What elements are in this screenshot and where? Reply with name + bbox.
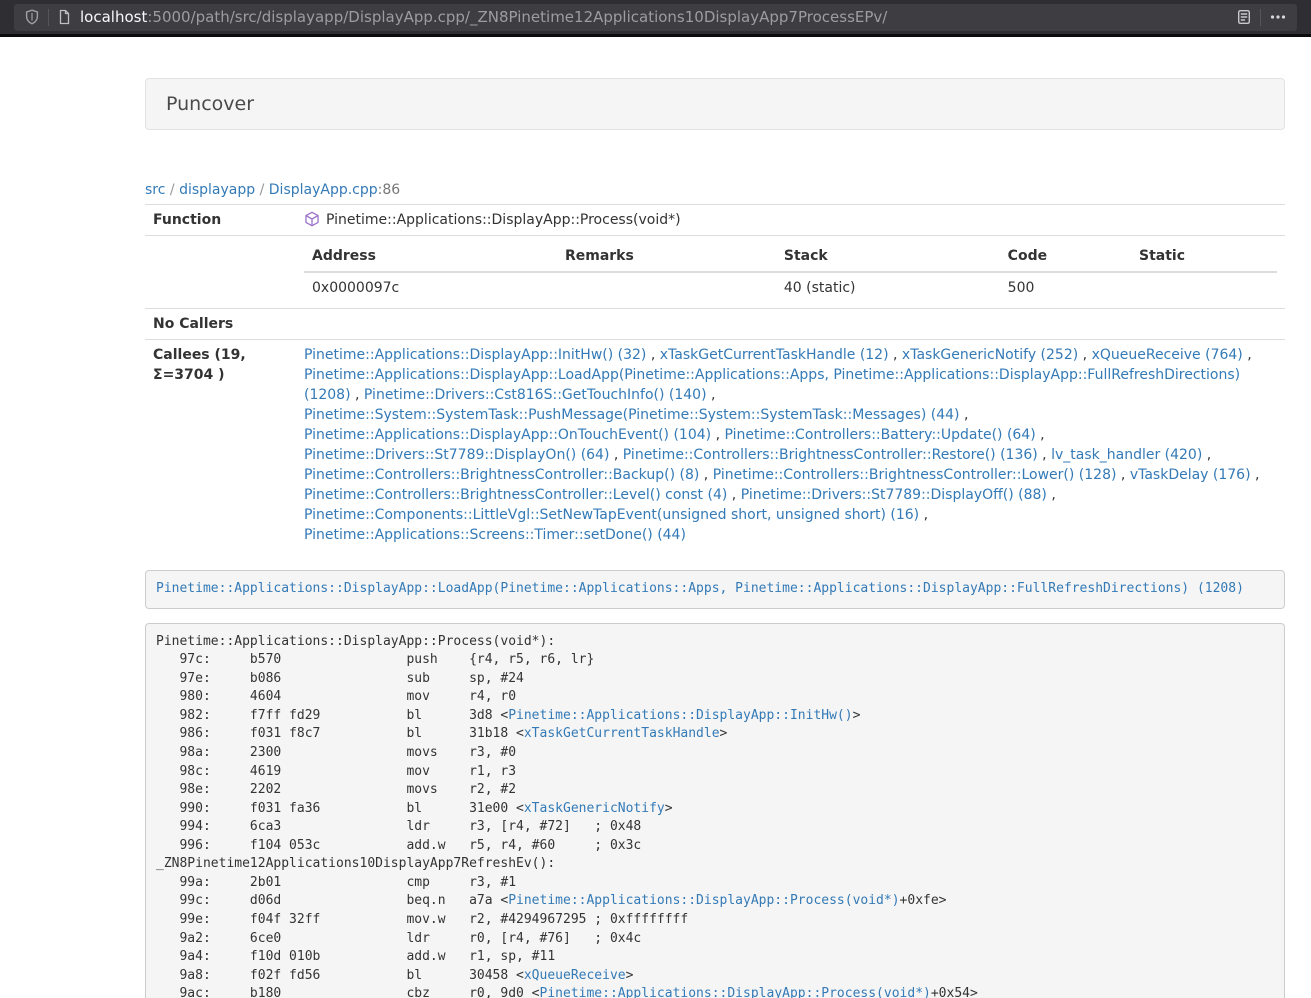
page-icon[interactable] bbox=[57, 9, 72, 25]
callee-link[interactable]: Pinetime::Controllers::BrightnessControl… bbox=[713, 467, 1117, 483]
cell-stack: 40 (static) bbox=[776, 272, 1000, 303]
col-stack: Stack bbox=[776, 241, 1000, 272]
function-label: Function bbox=[145, 205, 296, 236]
url-bar[interactable]: localhost:5000/path/src/displayapp/Displ… bbox=[14, 4, 1297, 31]
callee-separator: , bbox=[699, 467, 712, 483]
asm-symbol-link[interactable]: Pinetime::Applications::DisplayApp::Proc… bbox=[508, 893, 899, 908]
callee-separator: , bbox=[646, 347, 659, 363]
callee-link[interactable]: lv_task_handler (420) bbox=[1051, 447, 1202, 463]
callee-separator: , bbox=[1243, 347, 1252, 363]
callee-separator: , bbox=[1078, 347, 1091, 363]
table-row: No Callers bbox=[145, 309, 1285, 340]
url-host: localhost bbox=[80, 8, 147, 26]
cell-static bbox=[1131, 272, 1277, 303]
callee-link[interactable]: Pinetime::Drivers::Cst816S::GetTouchInfo… bbox=[364, 387, 707, 403]
no-callers-label: No Callers bbox=[145, 309, 296, 340]
table-header-row: Address Remarks Stack Code Static bbox=[304, 241, 1277, 272]
function-stats-table: Address Remarks Stack Code Static 0x0000… bbox=[304, 241, 1277, 303]
breadcrumb: src / displayapp / DisplayApp.cpp:86 bbox=[145, 182, 1285, 198]
callee-link[interactable]: Pinetime::Controllers::BrightnessControl… bbox=[304, 487, 727, 503]
table-row: 0x0000097c 40 (static) 500 bbox=[304, 272, 1277, 303]
asm-symbol-link[interactable]: xTaskGetCurrentTaskHandle bbox=[524, 726, 720, 741]
callee-link[interactable]: xTaskGetCurrentTaskHandle (12) bbox=[660, 347, 889, 363]
callee-separator: , bbox=[609, 447, 622, 463]
callee-separator: , bbox=[960, 407, 969, 423]
callee-separator: , bbox=[1202, 447, 1211, 463]
breadcrumb-separator: / bbox=[255, 182, 269, 198]
callee-link[interactable]: Pinetime::Controllers::BrightnessControl… bbox=[623, 447, 1038, 463]
callee-separator: , bbox=[1038, 447, 1051, 463]
col-static: Static bbox=[1131, 241, 1277, 272]
callee-link[interactable]: Pinetime::Applications::DisplayApp::Init… bbox=[304, 347, 646, 363]
callee-link[interactable]: xQueueReceive (764) bbox=[1092, 347, 1243, 363]
breadcrumb-line-number: :86 bbox=[378, 182, 401, 198]
callee-link[interactable]: Pinetime::Components::LittleVgl::SetNewT… bbox=[304, 507, 919, 523]
col-address: Address bbox=[304, 241, 557, 272]
function-name: Pinetime::Applications::DisplayApp::Proc… bbox=[326, 212, 681, 228]
reader-view-icon[interactable] bbox=[1236, 9, 1252, 25]
callee-link[interactable]: vTaskDelay (176) bbox=[1130, 467, 1251, 483]
callee-link[interactable]: Pinetime::Drivers::St7789::DisplayOff() … bbox=[741, 487, 1047, 503]
callee-separator: , bbox=[707, 387, 716, 403]
breadcrumb-separator: / bbox=[165, 182, 179, 198]
callee-link[interactable]: Pinetime::Drivers::St7789::DisplayOn() (… bbox=[304, 447, 609, 463]
callee-link[interactable]: Pinetime::Applications::DisplayApp::OnTo… bbox=[304, 427, 711, 443]
loadapp-snippet-link[interactable]: Pinetime::Applications::DisplayApp::Load… bbox=[156, 581, 1244, 596]
col-remarks: Remarks bbox=[557, 241, 776, 272]
urlbar-divider bbox=[1260, 9, 1261, 26]
app-title-panel: Puncover bbox=[145, 78, 1285, 130]
browser-toolbar: localhost:5000/path/src/displayapp/Displ… bbox=[0, 0, 1311, 34]
url-text[interactable]: localhost:5000/path/src/displayapp/Displ… bbox=[80, 8, 1226, 26]
asm-symbol-link[interactable]: Pinetime::Applications::DisplayApp::Proc… bbox=[540, 986, 931, 998]
shield-icon[interactable] bbox=[24, 9, 40, 25]
callee-separator: , bbox=[1047, 487, 1056, 503]
asm-symbol-link[interactable]: Pinetime::Applications::DisplayApp::Init… bbox=[508, 708, 852, 723]
callee-link[interactable]: Pinetime::Controllers::BrightnessControl… bbox=[304, 467, 699, 483]
callee-link[interactable]: xTaskGenericNotify (252) bbox=[902, 347, 1078, 363]
callee-link[interactable]: Pinetime::Applications::Screens::Timer::… bbox=[304, 527, 686, 543]
callee-separator: , bbox=[919, 507, 928, 523]
puncover-page: Puncover src / displayapp / DisplayApp.c… bbox=[0, 37, 1311, 998]
col-code: Code bbox=[1000, 241, 1131, 272]
url-path: :5000/path/src/displayapp/DisplayApp.cpp… bbox=[147, 8, 887, 26]
app-title-link[interactable]: Puncover bbox=[166, 93, 254, 115]
urlbar-divider bbox=[48, 9, 49, 26]
assembly-listing: Pinetime::Applications::DisplayApp::Proc… bbox=[145, 623, 1285, 998]
callee-separator: , bbox=[711, 427, 724, 443]
loadapp-snippet-box: Pinetime::Applications::DisplayApp::Load… bbox=[145, 570, 1285, 609]
breadcrumb-link[interactable]: DisplayApp.cpp bbox=[269, 182, 378, 198]
callee-link[interactable]: Pinetime::System::SystemTask::PushMessag… bbox=[304, 407, 960, 423]
callees-label: Callees (19, Σ=3704 ) bbox=[145, 340, 296, 551]
callee-separator: , bbox=[1116, 467, 1129, 483]
callee-separator: , bbox=[727, 487, 740, 503]
function-table: Function Pinetime::Applications::Display… bbox=[145, 204, 1285, 550]
cell-code: 500 bbox=[1000, 272, 1131, 303]
cell-address: 0x0000097c bbox=[304, 272, 557, 303]
kebab-menu-icon[interactable] bbox=[1269, 9, 1287, 25]
asm-symbol-link[interactable]: xTaskGenericNotify bbox=[524, 801, 665, 816]
callees-list: Pinetime::Applications::DisplayApp::Init… bbox=[296, 340, 1285, 551]
table-row: Address Remarks Stack Code Static 0x0000… bbox=[145, 236, 1285, 309]
table-row: Callees (19, Σ=3704 ) Pinetime::Applicat… bbox=[145, 340, 1285, 551]
cell-remarks bbox=[557, 272, 776, 303]
breadcrumb-link[interactable]: src bbox=[145, 182, 165, 198]
callee-separator: , bbox=[1036, 427, 1045, 443]
breadcrumb-link[interactable]: displayapp bbox=[179, 182, 255, 198]
asm-symbol-link[interactable]: xQueueReceive bbox=[524, 968, 626, 983]
callee-separator: , bbox=[889, 347, 902, 363]
function-cube-icon bbox=[304, 211, 320, 227]
callee-separator: , bbox=[351, 387, 364, 403]
callee-separator: , bbox=[1251, 467, 1260, 483]
table-row: Function Pinetime::Applications::Display… bbox=[145, 205, 1285, 236]
callee-link[interactable]: Pinetime::Controllers::Battery::Update()… bbox=[724, 427, 1035, 443]
